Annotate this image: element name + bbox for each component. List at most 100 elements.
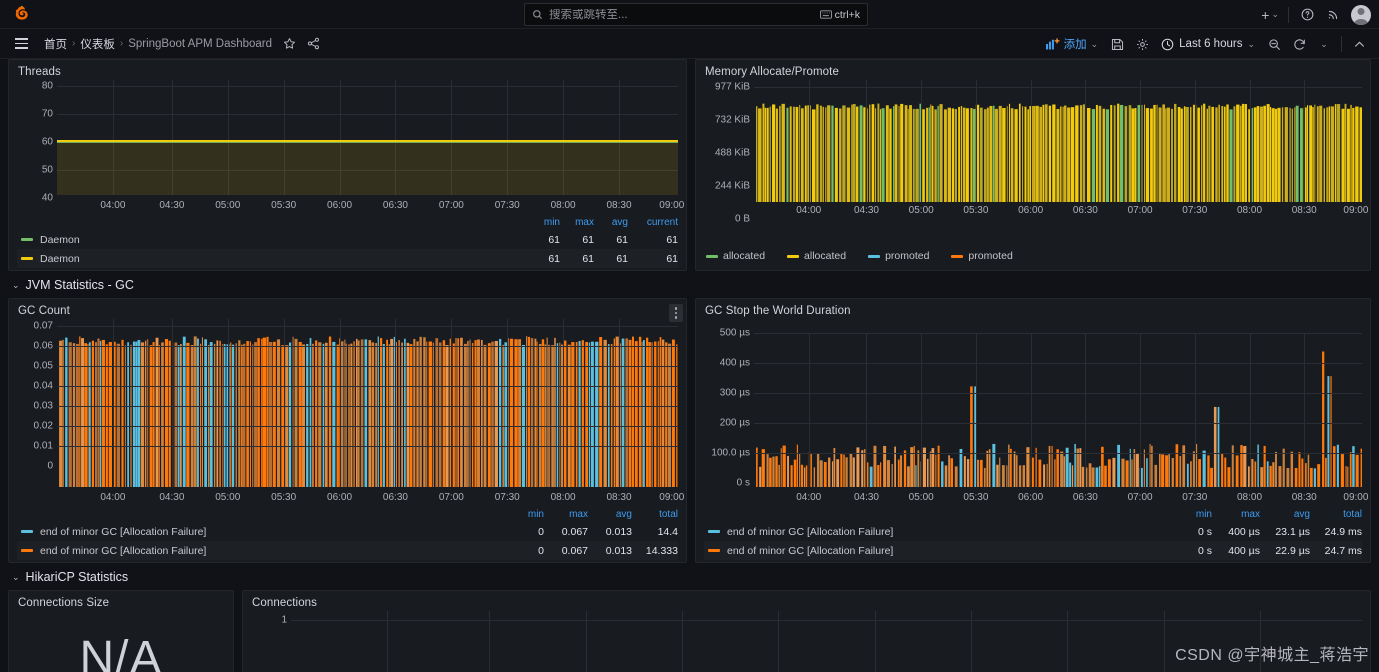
row-header-jvm-gc[interactable]: ⌄ JVM Statistics - GC — [8, 271, 1371, 298]
zoom-out-time-range-button[interactable] — [1262, 33, 1286, 55]
legend-col-min[interactable]: min — [502, 509, 544, 520]
x-tick: 06:30 — [382, 492, 408, 503]
panel-threads: Threads 80 70 60 50 40 04:00 04:30 05:00… — [8, 59, 687, 271]
legend-series-name-cell[interactable]: end of minor GC [Allocation Failure] — [17, 545, 502, 557]
y-tick: 732 KiB — [714, 114, 750, 126]
y-tick: 0.04 — [33, 380, 53, 392]
legend-row[interactable]: end of minor GC [Allocation Failure] 0 s… — [704, 541, 1362, 560]
dashboard-settings-button[interactable] — [1130, 33, 1154, 55]
legend-col-total[interactable]: total — [632, 509, 678, 520]
legend-series-name-cell[interactable]: end of minor GC [Allocation Failure] — [17, 526, 502, 538]
gc-stw-plot-area — [754, 333, 1362, 487]
legend-col-total[interactable]: total — [1310, 509, 1362, 520]
row-header-label: HikariCP Statistics — [25, 570, 129, 584]
gc-count-x-axis: 04:00 04:30 05:00 05:30 06:00 06:30 07:0… — [57, 489, 684, 509]
search-input[interactable] — [549, 8, 820, 21]
breadcrumb-item-dashboards[interactable]: 仪表板 — [80, 36, 115, 52]
legend-series-label: Daemon — [40, 252, 80, 265]
threads-chart[interactable]: 80 70 60 50 40 04:00 04:30 05:00 05:30 0… — [9, 80, 686, 217]
x-tick: 05:30 — [963, 492, 989, 503]
legend-series-name-cell[interactable]: Daemon — [17, 234, 526, 246]
legend-row[interactable]: Daemon 61 61 61 61 — [17, 249, 678, 268]
row-header-hikaricp[interactable]: ⌄ HikariCP Statistics — [8, 563, 1371, 590]
legend-series-label: Daemon — [40, 233, 80, 246]
gc-stw-chart[interactable]: 500 µs 400 µs 300 µs 200 µs 100.0 µs 0 s — [696, 319, 1370, 509]
legend-item[interactable]: allocated — [787, 250, 846, 262]
legend-col-avg[interactable]: avg — [1260, 509, 1310, 520]
legend-header-row: min max avg current — [17, 217, 678, 230]
collapse-toolbar-button[interactable] — [1347, 33, 1371, 55]
series-color-swatch — [21, 530, 33, 533]
x-tick: 06:30 — [1072, 492, 1098, 503]
global-search-bar[interactable]: ctrl+k — [524, 3, 868, 26]
legend-item[interactable]: allocated — [706, 250, 765, 262]
legend-col-max[interactable]: max — [1212, 509, 1260, 520]
row-header-label: JVM Statistics - GC — [25, 278, 134, 292]
legend-series-label: end of minor GC [Allocation Failure] — [40, 525, 207, 538]
memory-x-axis: 04:00 04:30 05:00 05:30 06:00 06:30 07:0… — [754, 202, 1368, 222]
panel-title-connections-size: Connections Size — [18, 597, 110, 609]
refresh-interval-dropdown[interactable]: ⌄ — [1312, 33, 1336, 55]
legend-series-name-cell[interactable]: end of minor GC [Allocation Failure] — [704, 545, 1168, 557]
share-icon[interactable] — [307, 37, 320, 50]
x-tick: 05:00 — [215, 492, 241, 503]
legend-col-min[interactable]: min — [1168, 509, 1212, 520]
y-tick: 977 KiB — [714, 81, 750, 93]
memory-chart[interactable]: 977 KiB 732 KiB 488 KiB 244 KiB 0 B 04:0… — [696, 80, 1370, 246]
x-tick: 05:30 — [271, 200, 297, 211]
legend-col-avg[interactable]: avg — [588, 509, 632, 520]
x-tick: 04:30 — [853, 205, 879, 216]
y-tick: 500 µs — [719, 327, 750, 339]
threads-legend-table: min max avg current Daemon 61 61 61 61 D… — [9, 217, 686, 270]
legend-row[interactable]: Daemon 61 61 61 61 — [17, 230, 678, 249]
panel-title-connections: Connections — [252, 597, 318, 609]
star-icon[interactable] — [283, 37, 296, 50]
legend-row[interactable]: end of minor GC [Allocation Failure] 0 0… — [17, 541, 678, 560]
legend-row[interactable]: end of minor GC [Allocation Failure] 0 0… — [17, 522, 678, 541]
menu-toggle-button[interactable] — [8, 31, 34, 57]
gc-count-plot-area — [57, 319, 678, 487]
time-range-picker[interactable]: Last 6 hours ⌄ — [1155, 35, 1261, 54]
legend-col-max[interactable]: max — [544, 509, 588, 520]
threads-line-green — [57, 141, 678, 143]
y-tick: 0.01 — [33, 440, 53, 452]
add-panel-button[interactable]: 添加 ⌄ — [1040, 33, 1105, 55]
legend-col-current[interactable]: current — [628, 217, 678, 228]
gc-count-chart[interactable]: 0.07 0.06 0.05 0.04 0.03 0.02 0.01 0 04:… — [9, 319, 686, 509]
save-dashboard-button[interactable] — [1105, 33, 1129, 55]
legend-item[interactable]: promoted — [868, 250, 929, 262]
user-avatar[interactable] — [1351, 4, 1371, 25]
connections-chart[interactable]: 1 — [243, 611, 1370, 672]
dashboard-row-top: Threads 80 70 60 50 40 04:00 04:30 05:00… — [8, 59, 1371, 271]
x-tick: 05:00 — [908, 205, 934, 216]
series-color-swatch — [21, 549, 33, 552]
x-tick: 04:30 — [159, 200, 185, 211]
refresh-dashboard-button[interactable] — [1287, 33, 1311, 55]
news-rss-icon[interactable] — [1321, 4, 1345, 26]
gc-count-y-axis: 0.07 0.06 0.05 0.04 0.03 0.02 0.01 0 — [9, 319, 57, 509]
legend-col-max[interactable]: max — [560, 217, 594, 228]
legend-value-total: 24.9 ms — [1324, 525, 1362, 538]
breadcrumb-item-home[interactable]: 首页 — [44, 36, 67, 52]
legend-row[interactable]: end of minor GC [Allocation Failure] 0 s… — [704, 522, 1362, 541]
gc-stw-x-axis: 04:00 04:30 05:00 05:30 06:00 06:30 07:0… — [754, 489, 1368, 509]
x-tick: 07:30 — [494, 492, 520, 503]
create-new-button[interactable]: + ⌄ — [1258, 4, 1282, 26]
plus-icon: + — [1261, 6, 1270, 23]
legend-col-min[interactable]: min — [526, 217, 560, 228]
help-icon[interactable] — [1295, 4, 1319, 26]
series-color-swatch — [21, 238, 33, 241]
legend-value-max: 0.067 — [561, 544, 588, 557]
legend-series-name-cell[interactable]: Daemon — [17, 253, 526, 265]
legend-value-avg: 23.1 µs — [1275, 525, 1310, 538]
legend-col-avg[interactable]: avg — [594, 217, 628, 228]
add-chart-icon — [1045, 38, 1060, 50]
y-tick: 0 — [47, 460, 53, 472]
memory-y-axis: 977 KiB 732 KiB 488 KiB 244 KiB 0 B — [696, 80, 754, 246]
legend-value-max: 61 — [582, 233, 594, 246]
y-tick: 40 — [41, 192, 53, 204]
grafana-logo-icon[interactable] — [12, 4, 32, 24]
legend-series-name-cell[interactable]: end of minor GC [Allocation Failure] — [704, 526, 1168, 538]
x-tick: 06:00 — [327, 200, 353, 211]
legend-item[interactable]: promoted — [951, 250, 1013, 262]
